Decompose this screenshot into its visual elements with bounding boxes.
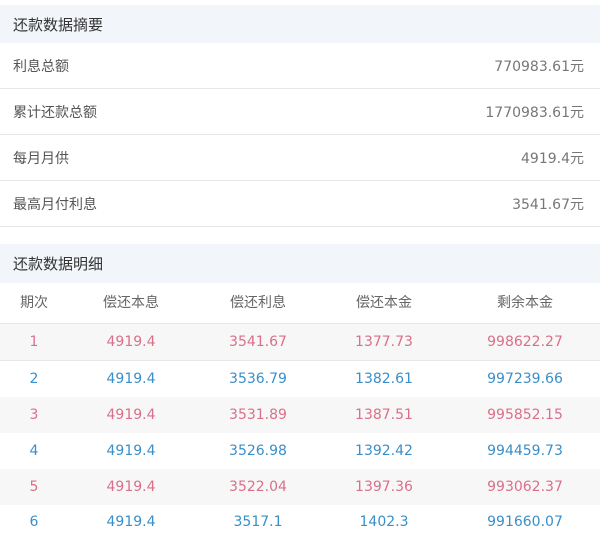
cell-period: 3 [29, 407, 39, 423]
cell-principal: 1402.3 [359, 514, 409, 530]
summary-row-total-interest: 利息总额 770983.61元 [0, 43, 600, 89]
summary-label: 累计还款总额 [13, 104, 97, 121]
cell-remaining: 994459.73 [487, 443, 563, 459]
summary-value: 770983.61元 [494, 58, 584, 75]
table-row: 1 4919.4 3541.67 1377.73 998622.27 [0, 324, 600, 361]
summary-value: 1770983.61元 [485, 104, 584, 121]
cell-period: 4 [29, 443, 39, 459]
summary-label: 利息总额 [13, 58, 69, 75]
cell-period: 6 [29, 514, 39, 530]
table-row: 2 4919.4 3536.79 1382.61 997239.66 [0, 361, 600, 398]
cell-interest: 3526.98 [229, 443, 287, 459]
table-row: 3 4919.4 3531.89 1387.51 995852.15 [0, 397, 600, 434]
column-header-remaining: 剩余本金 [497, 295, 553, 311]
detail-section-title: 还款数据明细 [0, 244, 600, 283]
table-row: 4 4919.4 3526.98 1392.42 994459.73 [0, 433, 600, 470]
cell-principal: 1392.42 [355, 443, 413, 459]
summary-value: 3541.67元 [512, 196, 584, 213]
summary-row-monthly-payment: 每月月供 4919.4元 [0, 135, 600, 181]
cell-remaining: 997239.66 [487, 371, 563, 387]
table-header: 期次 偿还本息 偿还利息 偿还本金 剩余本金 [0, 283, 600, 324]
cell-payment: 4919.4 [106, 407, 156, 423]
column-header-interest: 偿还利息 [230, 295, 286, 311]
table-row: 6 4919.4 3517.1 1402.3 991660.07 [0, 505, 600, 532]
cell-payment: 4919.4 [106, 334, 156, 350]
cell-remaining: 995852.15 [487, 407, 563, 423]
cell-payment: 4919.4 [106, 443, 156, 459]
summary-value: 4919.4元 [521, 150, 584, 167]
cell-remaining: 991660.07 [487, 514, 563, 530]
column-header-principal: 偿还本金 [356, 295, 412, 311]
cell-remaining: 998622.27 [487, 334, 563, 350]
column-header-period: 期次 [20, 295, 48, 311]
summary-label: 每月月供 [13, 150, 69, 167]
cell-interest: 3517.1 [233, 514, 283, 530]
summary-section-title: 还款数据摘要 [0, 5, 600, 43]
summary-row-max-monthly-interest: 最高月付利息 3541.67元 [0, 181, 600, 227]
cell-interest: 3531.89 [229, 407, 287, 423]
cell-period: 2 [29, 371, 39, 387]
cell-period: 5 [29, 479, 39, 495]
cell-payment: 4919.4 [106, 479, 156, 495]
column-header-payment: 偿还本息 [103, 295, 159, 311]
cell-principal: 1377.73 [355, 334, 413, 350]
detail-title-text: 还款数据明细 [13, 255, 104, 273]
cell-principal: 1387.51 [355, 407, 413, 423]
summary-label: 最高月付利息 [13, 196, 97, 213]
cell-interest: 3522.04 [229, 479, 287, 495]
summary-title-text: 还款数据摘要 [13, 15, 104, 34]
cell-interest: 3541.67 [229, 334, 287, 350]
table-row: 5 4919.4 3522.04 1397.36 993062.37 [0, 469, 600, 506]
cell-principal: 1397.36 [355, 479, 413, 495]
cell-principal: 1382.61 [355, 371, 413, 387]
cell-interest: 3536.79 [229, 371, 287, 387]
summary-row-total-repayment: 累计还款总额 1770983.61元 [0, 89, 600, 135]
cell-payment: 4919.4 [106, 371, 156, 387]
cell-period: 1 [29, 334, 39, 350]
cell-remaining: 993062.37 [487, 479, 563, 495]
cell-payment: 4919.4 [106, 514, 156, 530]
